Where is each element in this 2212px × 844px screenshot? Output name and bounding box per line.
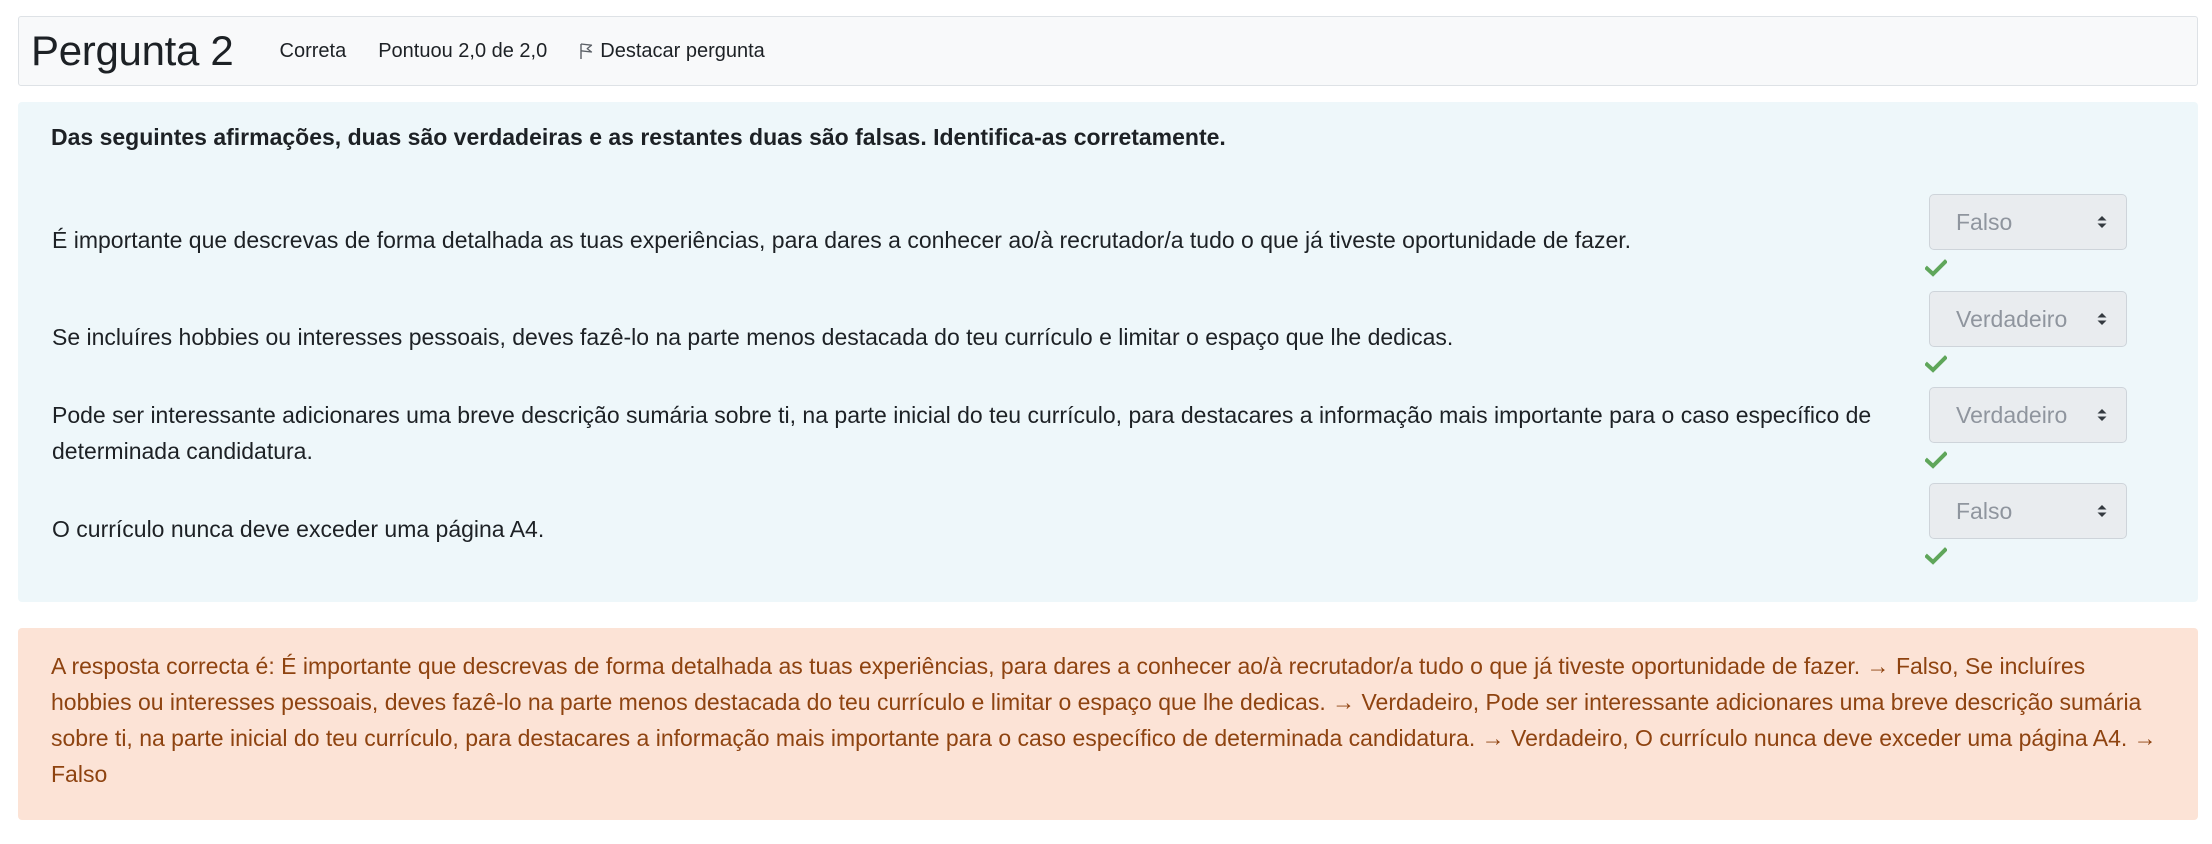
question-state: Correta [279,39,347,62]
select-arrows-icon [2097,505,2107,517]
select-arrows-icon [2097,409,2107,421]
flag-question-link[interactable]: Destacar pergunta [579,40,765,63]
answer-select-4-value: Falso [1956,497,2013,524]
question-grade: Pontuou 2,0 de 2,0 [378,39,548,62]
select-arrows-icon [2097,216,2107,228]
answer-select-2-value: Verdadeiro [1956,305,2068,332]
statement-4: O currículo nunca deve exceder uma págin… [52,516,545,542]
question-title: Pergunta 2 [31,27,234,74]
answer-select-1-value: Falso [1956,208,2013,235]
flag-question-label: Destacar pergunta [600,39,765,62]
check-icon [1925,259,1947,277]
check-icon [1925,355,1947,373]
answer-select-1[interactable]: Falso [1929,194,2127,250]
answer-select-3[interactable]: Verdadeiro [1929,387,2127,443]
question-formulation: Das seguintes afirmações, duas são verda… [18,102,2198,602]
flag-icon [580,43,593,59]
statement-1: É importante que descrevas de forma deta… [52,227,1632,253]
answer-select-4[interactable]: Falso [1929,483,2127,539]
question-text: Das seguintes afirmações, duas são verda… [51,124,1226,150]
select-arrows-icon [2097,313,2107,325]
statement-3: Pode ser interessante adicionares uma br… [52,402,1872,464]
check-icon [1925,451,1947,469]
answer-select-2[interactable]: Verdadeiro [1929,291,2127,347]
right-answer-feedback: A resposta correcta é: É importante que … [18,628,2198,820]
answer-select-3-value: Verdadeiro [1956,401,2068,428]
check-icon [1925,547,1947,565]
question-info-header: Pergunta 2 Correta Pontuou 2,0 de 2,0 De… [18,16,2198,86]
statement-2: Se incluíres hobbies ou interesses pesso… [52,324,1454,350]
